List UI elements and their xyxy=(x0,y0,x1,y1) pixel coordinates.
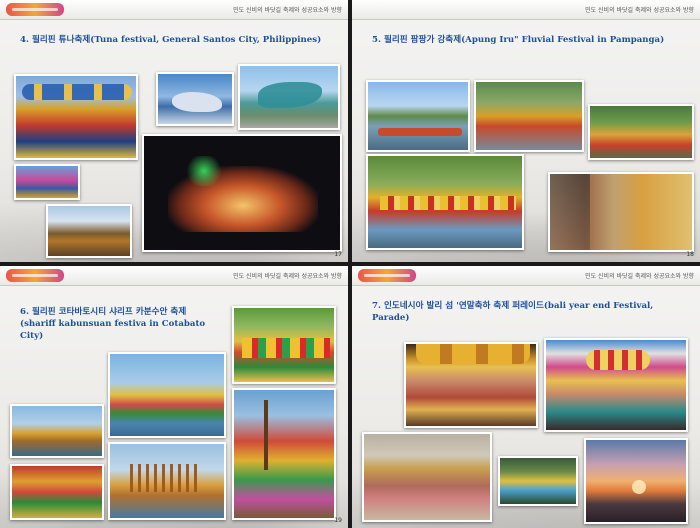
river-fluvial-parade-photo xyxy=(366,154,524,250)
tuna-float-water-photo xyxy=(156,72,234,126)
page-number: 17 xyxy=(334,251,342,258)
page-number: 19 xyxy=(334,517,342,524)
slide-fluvial-festival: 민도 신비의 바닷길 축제와 성공요소와 방향 5. 필리핀 팜팡가 강축제(A… xyxy=(352,0,700,262)
bali-beach-procession-photo xyxy=(362,432,492,522)
tuna-boat-float-photo xyxy=(46,204,132,258)
festival-logo xyxy=(358,269,416,282)
slide-title: 5. 필리핀 팜팡가 강축제(Apung Iru" Fluvial Festiv… xyxy=(372,35,665,45)
cotabato-tall-boat-photo xyxy=(232,388,336,520)
slide-title-main: 6. 필리핀 코타바토시티 샤리프 카분수안 축제 xyxy=(20,307,187,317)
river-boats-photo xyxy=(366,80,470,152)
slide-bali-festival: 민도 신비의 바닷길 축제와 성공요소와 방향 7. 인도네시아 발리 섬 '연… xyxy=(352,266,700,528)
cotabato-boat-flags-photo xyxy=(108,352,226,438)
slide-header-text: 민도 신비의 바닷길 축제와 성공요소와 방향 xyxy=(585,273,694,280)
cotabato-river-float-photo xyxy=(10,404,104,458)
slide-tuna-festival: 민도 신비의 바닷길 축제와 성공요소와 방향 4. 필리핀 튜나축제(Tuna… xyxy=(0,0,348,262)
river-spectators-photo xyxy=(548,172,694,252)
slide-header-bar: 민도 신비의 바닷길 축제와 성공요소와 방향 xyxy=(0,266,348,286)
bali-group-dance-photo xyxy=(498,456,578,506)
slide-header-bar: 민도 신비의 바닷길 축제와 성공요소와 방향 xyxy=(352,0,700,20)
tuna-night-float-photo xyxy=(142,134,342,252)
slide-kabunsuan-festival: 민도 신비의 바닷길 축제와 성공요소와 방향 6. 필리핀 코타바토시티 샤리… xyxy=(0,266,348,528)
slide-title: 6. 필리핀 코타바토시티 샤리프 카분수안 축제 (shariff kabun… xyxy=(20,306,228,342)
slide-header-bar: 민도 신비의 바닷길 축제와 성공요소와 방향 xyxy=(352,266,700,286)
bali-headdress-photo xyxy=(544,338,688,432)
bali-sunset-beach-photo xyxy=(584,438,688,524)
slide-title: 7. 인도네시아 발리 섬 '연말축하 축제 퍼레이드(bali year en… xyxy=(372,301,654,323)
slide-title-subtitle: (shariff kabunsuan festiva in Cotabato C… xyxy=(20,319,206,341)
festival-logo xyxy=(6,269,64,282)
tuna-float-fish-photo xyxy=(238,64,340,130)
slide-header-bar: 민도 신비의 바닷길 축제와 성공요소와 방향 xyxy=(0,0,348,20)
slide-title: 4. 필리핀 튜나축제(Tuna festival, General Santo… xyxy=(20,35,322,45)
festival-logo xyxy=(6,3,64,16)
cotabato-performers-photo xyxy=(10,464,104,520)
bali-dancers-photo xyxy=(404,342,538,428)
tuna-crowd-photo xyxy=(14,164,80,200)
slide-header-text: 민도 신비의 바닷길 축제와 성공요소와 방향 xyxy=(233,7,342,14)
cotabato-costumes-photo xyxy=(232,306,336,384)
page-number: 18 xyxy=(686,251,694,258)
tuna-dancers-photo xyxy=(14,74,138,160)
slide-header-text: 민도 신비의 바닷길 축제와 성공요소와 방향 xyxy=(585,7,694,14)
slide-header-text: 민도 신비의 바닷길 축제와 성공요소와 방향 xyxy=(233,273,342,280)
river-crowd-boat-photo xyxy=(588,104,694,160)
river-decorated-boat-photo xyxy=(474,80,584,152)
cotabato-wooden-boat-photo xyxy=(108,442,226,520)
